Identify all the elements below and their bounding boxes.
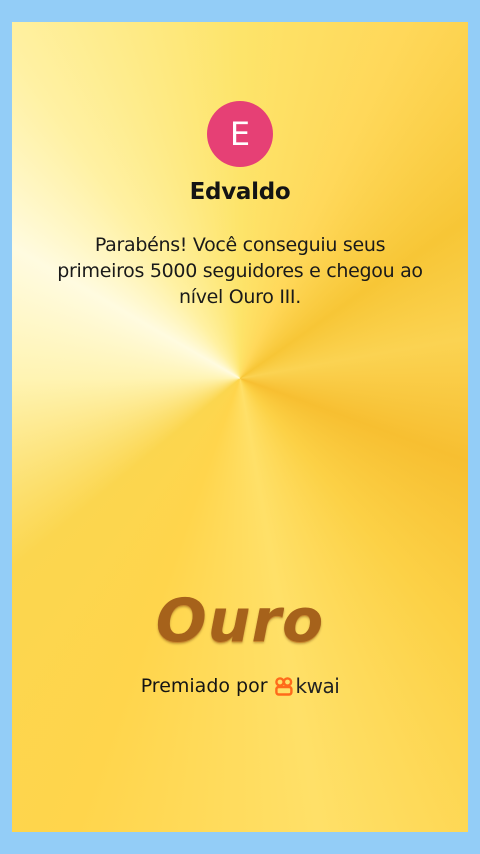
congratulation-message: Parabéns! Você conseguiu seus primeiros … bbox=[57, 234, 423, 308]
brand-name: kwai bbox=[295, 674, 340, 698]
awarded-by: Premiado por kwai bbox=[12, 674, 468, 698]
achievement-card: E Edvaldo Parabéns! Você conseguiu seus … bbox=[12, 22, 468, 832]
avatar: E bbox=[207, 101, 273, 167]
tier-title: Ouro bbox=[155, 586, 325, 656]
kwai-logo-icon bbox=[274, 677, 293, 696]
kwai-logo: kwai bbox=[274, 674, 340, 698]
username: Edvaldo bbox=[189, 179, 291, 205]
avatar-initial: E bbox=[229, 115, 251, 153]
awarded-by-label: Premiado por bbox=[140, 675, 268, 697]
achievement-frame: E Edvaldo Parabéns! Você conseguiu seus … bbox=[12, 22, 468, 832]
